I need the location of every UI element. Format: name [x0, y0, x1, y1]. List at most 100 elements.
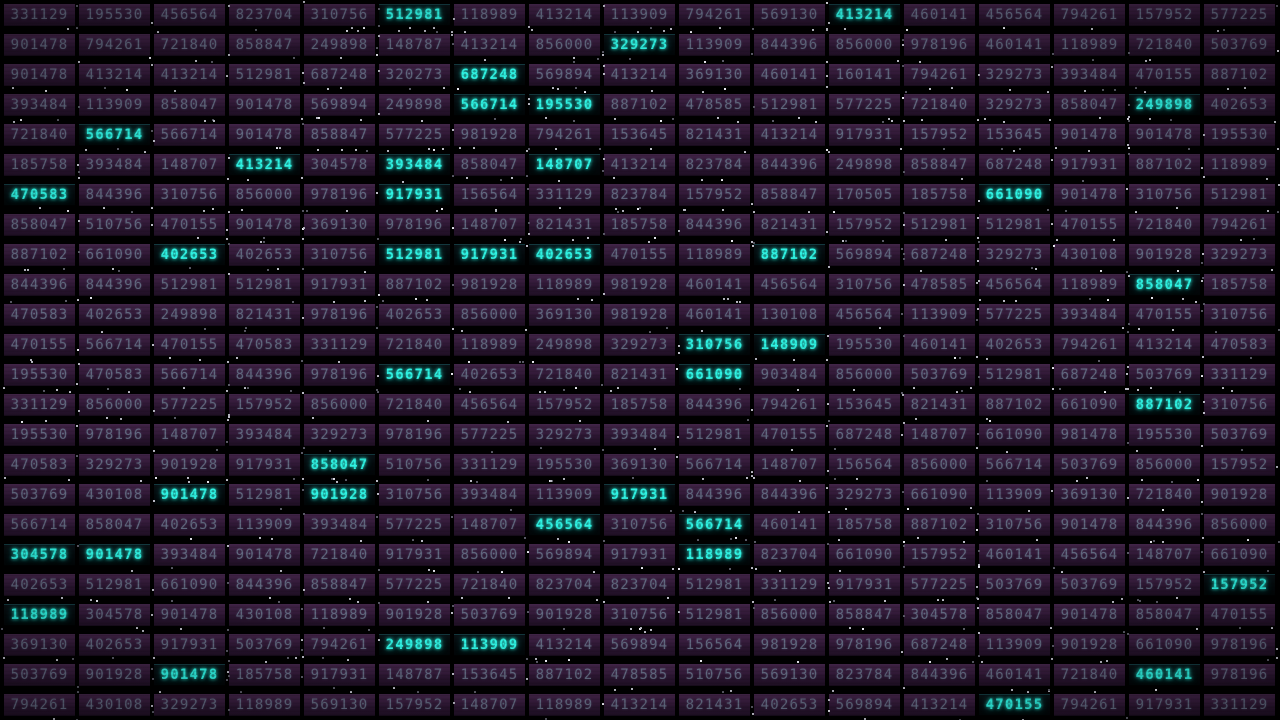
readout-cell[interactable]: 856000: [829, 34, 900, 56]
readout-cell[interactable]: 901478: [154, 604, 225, 626]
readout-cell[interactable]: 249898: [379, 94, 450, 116]
readout-cell[interactable]: 661090: [79, 244, 150, 266]
readout-cell[interactable]: 329273: [79, 454, 150, 476]
readout-cell[interactable]: 413214: [79, 64, 150, 86]
readout-cell[interactable]: 856000: [1204, 514, 1275, 536]
readout-cell[interactable]: 470155: [754, 424, 825, 446]
readout-cell[interactable]: 503769: [1054, 454, 1125, 476]
readout-cell[interactable]: 113909: [979, 634, 1050, 656]
readout-cell[interactable]: 901478: [229, 124, 300, 146]
readout-cell[interactable]: 901478: [1054, 184, 1125, 206]
readout-cell[interactable]: 157952: [679, 184, 750, 206]
readout-cell[interactable]: 858847: [304, 574, 375, 596]
readout-cell[interactable]: 157952: [379, 694, 450, 716]
readout-cell[interactable]: 661090: [1204, 544, 1275, 566]
readout-cell[interactable]: 687248: [454, 64, 525, 86]
readout-cell[interactable]: 331129: [4, 394, 75, 416]
readout-cell[interactable]: 195530: [529, 94, 600, 116]
readout-cell[interactable]: 566714: [79, 334, 150, 356]
readout-cell[interactable]: 512981: [154, 274, 225, 296]
readout-cell[interactable]: 148787: [379, 34, 450, 56]
readout-cell[interactable]: 566714: [679, 454, 750, 476]
readout-cell[interactable]: 113909: [979, 484, 1050, 506]
readout-cell[interactable]: 310756: [829, 274, 900, 296]
readout-cell[interactable]: 794261: [1054, 694, 1125, 716]
readout-cell[interactable]: 661090: [679, 364, 750, 386]
readout-cell[interactable]: 118989: [1054, 274, 1125, 296]
readout-cell[interactable]: 478585: [604, 664, 675, 686]
readout-cell[interactable]: 310756: [304, 4, 375, 26]
readout-cell[interactable]: 148707: [154, 154, 225, 176]
readout-cell[interactable]: 195530: [1129, 424, 1200, 446]
readout-cell[interactable]: 569130: [754, 4, 825, 26]
readout-cell[interactable]: 978196: [304, 184, 375, 206]
readout-cell[interactable]: 195530: [1204, 124, 1275, 146]
readout-cell[interactable]: 195530: [4, 364, 75, 386]
readout-cell[interactable]: 917931: [829, 124, 900, 146]
readout-cell[interactable]: 917931: [829, 574, 900, 596]
readout-cell[interactable]: 402653: [154, 514, 225, 536]
readout-cell[interactable]: 856000: [304, 394, 375, 416]
readout-cell[interactable]: 185758: [604, 214, 675, 236]
readout-cell[interactable]: 460141: [754, 514, 825, 536]
readout-cell[interactable]: 721840: [904, 94, 975, 116]
readout-cell[interactable]: 566714: [679, 514, 750, 536]
readout-cell[interactable]: 470155: [4, 334, 75, 356]
readout-cell[interactable]: 413214: [529, 4, 600, 26]
readout-cell[interactable]: 329273: [979, 244, 1050, 266]
readout-cell[interactable]: 470155: [1129, 304, 1200, 326]
readout-cell[interactable]: 981928: [454, 124, 525, 146]
readout-cell[interactable]: 687248: [904, 244, 975, 266]
readout-cell[interactable]: 118989: [529, 274, 600, 296]
readout-cell[interactable]: 249898: [829, 154, 900, 176]
readout-cell[interactable]: 823704: [604, 574, 675, 596]
readout-cell[interactable]: 901478: [4, 34, 75, 56]
readout-cell[interactable]: 503769: [454, 604, 525, 626]
readout-cell[interactable]: 185758: [604, 394, 675, 416]
readout-cell[interactable]: 393484: [1054, 64, 1125, 86]
readout-cell[interactable]: 569894: [829, 244, 900, 266]
readout-cell[interactable]: 901928: [379, 604, 450, 626]
readout-cell[interactable]: 917931: [454, 244, 525, 266]
readout-cell[interactable]: 185758: [829, 514, 900, 536]
readout-cell[interactable]: 844396: [4, 274, 75, 296]
readout-cell[interactable]: 157952: [529, 394, 600, 416]
readout-cell[interactable]: 569894: [829, 694, 900, 716]
readout-cell[interactable]: 460141: [679, 304, 750, 326]
readout-cell[interactable]: 460141: [904, 334, 975, 356]
readout-cell[interactable]: 118989: [229, 694, 300, 716]
readout-cell[interactable]: 794261: [1054, 4, 1125, 26]
readout-cell[interactable]: 402653: [979, 334, 1050, 356]
readout-cell[interactable]: 577225: [379, 124, 450, 146]
readout-cell[interactable]: 329273: [1204, 244, 1275, 266]
readout-cell[interactable]: 329273: [304, 424, 375, 446]
readout-cell[interactable]: 130108: [754, 304, 825, 326]
readout-cell[interactable]: 148707: [754, 454, 825, 476]
readout-cell[interactable]: 856000: [79, 394, 150, 416]
readout-cell[interactable]: 170505: [829, 184, 900, 206]
readout-cell[interactable]: 470583: [4, 184, 75, 206]
readout-cell[interactable]: 721840: [4, 124, 75, 146]
readout-cell[interactable]: 858047: [304, 454, 375, 476]
readout-cell[interactable]: 456564: [1054, 544, 1125, 566]
readout-cell[interactable]: 981928: [604, 274, 675, 296]
readout-cell[interactable]: 901928: [1054, 634, 1125, 656]
readout-cell[interactable]: 823704: [754, 544, 825, 566]
readout-cell[interactable]: 118989: [454, 4, 525, 26]
readout-cell[interactable]: 978196: [1204, 664, 1275, 686]
readout-cell[interactable]: 721840: [1054, 664, 1125, 686]
readout-cell[interactable]: 901478: [154, 484, 225, 506]
readout-cell[interactable]: 153645: [454, 664, 525, 686]
readout-cell[interactable]: 249898: [154, 304, 225, 326]
readout-cell[interactable]: 978196: [304, 364, 375, 386]
readout-cell[interactable]: 512981: [379, 244, 450, 266]
readout-cell[interactable]: 901478: [79, 544, 150, 566]
readout-cell[interactable]: 310756: [1204, 394, 1275, 416]
readout-cell[interactable]: 413214: [829, 4, 900, 26]
readout-cell[interactable]: 901928: [529, 604, 600, 626]
readout-cell[interactable]: 512981: [904, 214, 975, 236]
readout-cell[interactable]: 304578: [79, 604, 150, 626]
readout-cell[interactable]: 310756: [379, 484, 450, 506]
readout-cell[interactable]: 329273: [529, 424, 600, 446]
readout-cell[interactable]: 844396: [79, 274, 150, 296]
